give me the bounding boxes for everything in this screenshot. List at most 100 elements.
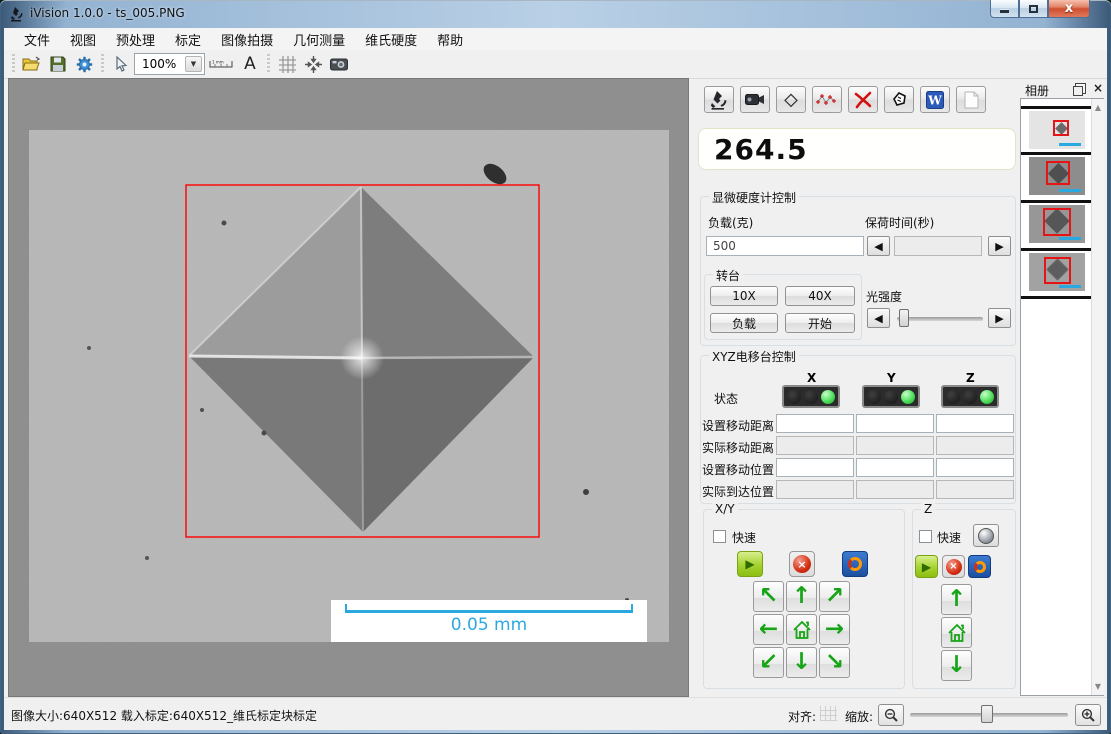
light-increase-button[interactable]: ▶ — [988, 308, 1011, 328]
center-cross-tool-button[interactable] — [300, 52, 326, 76]
scroll-down-icon[interactable]: ▼ — [1092, 680, 1104, 693]
dwell-time-input[interactable] — [894, 236, 982, 256]
z-jog-up-button[interactable]: ↑ — [941, 584, 972, 615]
float-panel-icon[interactable] — [1075, 83, 1086, 94]
zoom-slider-thumb[interactable] — [981, 705, 993, 723]
status-bar: 图像大小:640X512 载入标定:640X512_维氏标定块标定 对齐: 缩放… — [4, 697, 1107, 730]
menu-vickers-hardness[interactable]: 维氏硬度 — [355, 28, 427, 51]
close-button[interactable]: x — [1048, 0, 1090, 18]
objective-10x-button[interactable]: 10X — [710, 286, 778, 306]
xy-fast-checkbox[interactable] — [713, 530, 726, 543]
menu-calibration[interactable]: 标定 — [165, 28, 211, 51]
menu-view[interactable]: 视图 — [60, 28, 106, 51]
svg-text:1 mm: 1 mm — [212, 60, 224, 65]
z-reset-button[interactable] — [968, 555, 991, 578]
set-move-position-x-input[interactable] — [776, 458, 854, 477]
z-jog-down-button[interactable]: ↓ — [941, 650, 972, 681]
open-file-button[interactable] — [19, 52, 45, 76]
menu-help[interactable]: 帮助 — [427, 28, 473, 51]
set-move-distance-y-input[interactable] — [856, 414, 934, 433]
microscope-icon — [710, 90, 728, 110]
jog-up-left-button[interactable]: ↖ — [753, 581, 784, 612]
jog-left-button[interactable]: ← — [753, 614, 784, 645]
chevron-down-icon[interactable]: ▼ — [185, 56, 202, 72]
micrograph-image[interactable]: 0.05 mm — [29, 130, 669, 642]
zoom-out-button[interactable] — [878, 704, 904, 726]
xy-start-button[interactable]: ▶ — [737, 551, 763, 577]
load-input[interactable] — [706, 236, 864, 256]
turret-start-button[interactable]: 开始 — [785, 313, 855, 333]
title-bar[interactable]: iVision 1.0.0 - ts_005.PNG x — [0, 0, 1111, 28]
save-button[interactable] — [45, 52, 71, 76]
objective-40x-button[interactable]: 40X — [785, 286, 855, 306]
text-tool-button[interactable]: A — [237, 52, 263, 76]
z-stop-button[interactable]: × — [942, 555, 965, 578]
jog-up-button[interactable]: ↑ — [786, 581, 817, 612]
album-close-button[interactable]: × — [1093, 81, 1103, 95]
menu-image-capture[interactable]: 图像拍摄 — [211, 28, 283, 51]
indent-measure-button[interactable] — [776, 86, 806, 113]
menu-file[interactable]: 文件 — [14, 28, 60, 51]
album-thumbnail-3[interactable] — [1029, 205, 1085, 243]
down-right-arrow-icon: ↘ — [825, 651, 844, 674]
z-home-button[interactable] — [941, 617, 972, 648]
light-slider-thumb[interactable] — [899, 309, 909, 327]
zoom-in-button[interactable] — [1075, 704, 1101, 726]
set-move-distance-x-input[interactable] — [776, 414, 854, 433]
minimize-button[interactable] — [990, 0, 1019, 18]
export-word-button[interactable]: W — [920, 86, 950, 113]
menu-preprocess[interactable]: 预处理 — [106, 28, 165, 51]
status-bulb-off — [867, 390, 881, 404]
album-thumbnail-1[interactable] — [1029, 111, 1085, 149]
set-move-position-label: 设置移动位置 — [702, 461, 774, 478]
set-move-distance-z-input[interactable] — [936, 414, 1014, 433]
jog-down-left-button[interactable]: ↙ — [753, 647, 784, 678]
jog-right-button[interactable]: → — [819, 614, 850, 645]
scroll-up-icon[interactable]: ▲ — [1092, 101, 1104, 114]
image-viewport[interactable]: 0.05 mm — [8, 78, 689, 697]
hardness-value: 264.5 — [699, 133, 808, 166]
dwell-decrease-button[interactable]: ◀ — [867, 236, 890, 256]
live-video-button[interactable] — [740, 86, 770, 113]
down-arrow-icon: ↓ — [947, 654, 966, 677]
light-decrease-button[interactable]: ◀ — [867, 308, 890, 328]
new-page-button[interactable] — [956, 86, 986, 113]
jog-down-button[interactable]: ↓ — [786, 647, 817, 678]
snapshot-tool-button[interactable] — [326, 52, 352, 76]
xy-stop-button[interactable]: × — [789, 551, 815, 577]
maximize-button[interactable] — [1019, 0, 1048, 18]
xy-home-button[interactable] — [786, 614, 817, 645]
delete-measure-button[interactable] — [848, 86, 878, 113]
settings-button[interactable] — [71, 52, 97, 76]
magnifier-plus-icon — [1081, 708, 1096, 723]
xy-jog-group-title: X/Y — [712, 502, 738, 516]
light-slider-track[interactable] — [897, 317, 983, 321]
set-move-position-y-input[interactable] — [856, 458, 934, 477]
album-scrollbar[interactable]: ▲ ▼ — [1091, 99, 1104, 695]
dwell-increase-button[interactable]: ▶ — [988, 236, 1011, 256]
actual-move-distance-x-field — [776, 436, 854, 455]
z-knob-button[interactable] — [973, 524, 999, 547]
album-thumbnail-4[interactable] — [1029, 253, 1085, 291]
grid-tool-button[interactable] — [274, 52, 300, 76]
pointer-tool-button[interactable] — [108, 52, 134, 76]
set-move-position-z-input[interactable] — [936, 458, 1014, 477]
z-fast-checkbox[interactable] — [919, 530, 932, 543]
album-thumbnail-2[interactable] — [1029, 157, 1085, 195]
turret-load-button[interactable]: 负载 — [710, 313, 778, 333]
scale-bar-bracket — [345, 604, 633, 613]
point-measure-button[interactable] — [812, 86, 842, 113]
align-grid-icon[interactable] — [820, 706, 837, 721]
tester-control-button[interactable] — [704, 86, 734, 113]
micrograph-render — [29, 130, 669, 642]
menu-geometry-measure[interactable]: 几何测量 — [283, 28, 355, 51]
zoom-select[interactable]: 100% ▼ — [134, 53, 205, 75]
thumbnail-separator — [1021, 200, 1091, 203]
camera-icon — [330, 58, 348, 71]
xy-reset-button[interactable] — [842, 551, 868, 577]
jog-down-right-button[interactable]: ↘ — [819, 647, 850, 678]
jog-up-right-button[interactable]: ↗ — [819, 581, 850, 612]
z-start-button[interactable]: ▶ — [915, 555, 938, 578]
clear-hand-button[interactable] — [884, 86, 914, 113]
scalebar-tool-button[interactable]: 1 mm — [205, 52, 237, 76]
